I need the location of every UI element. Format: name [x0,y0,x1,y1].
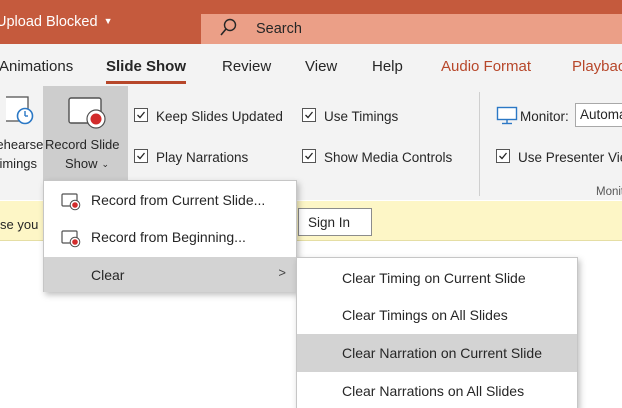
monitor-dropdown-value: Automatic [580,107,622,122]
menu-item-record-from-current-slide[interactable]: Record from Current Slide... [44,181,296,218]
rehearse-label-line2: Timings [0,156,38,171]
record-slide-icon [61,193,81,211]
search-box[interactable]: Search [201,14,622,44]
sign-in-label: Sign In [308,215,351,230]
record-slide-show-menu: Record from Current Slide... Record from… [43,180,297,292]
record-label-text: Show [65,156,98,171]
ribbon-group-separator [479,92,480,196]
title-bar: Upload Blocked ▼ Search [0,0,622,44]
use-timings-checkbox[interactable] [302,108,316,122]
clear-submenu: Clear Timing on Current Slide Clear Timi… [296,257,578,408]
record-label-line1: Record Slide [45,137,120,152]
clear-narration-current-slide-label: Clear Narration on Current Slide [342,345,542,361]
checkmark-icon [305,152,314,160]
use-timings-label: Use Timings [324,109,399,124]
upload-blocked-button[interactable]: Upload Blocked ▼ [0,14,113,30]
sign-in-button[interactable]: Sign In [298,208,372,236]
clear-timings-all-slides-label: Clear Timings on All Slides [342,307,508,323]
checkmark-icon [305,111,314,119]
search-icon [220,18,237,36]
upload-blocked-label: Upload Blocked [0,14,98,30]
keep-slides-updated-label: Keep Slides Updated [156,109,283,124]
tab-animations[interactable]: Animations [0,58,73,75]
chevron-down-icon: ⌄ [101,159,110,169]
tab-review[interactable]: Review [222,58,271,75]
play-narrations-label: Play Narrations [156,150,249,165]
keep-slides-updated-checkbox[interactable] [134,108,148,122]
checkmark-icon [499,152,508,160]
rehearse-label-line1: Rehearse [0,137,44,152]
menu-item-record-from-beginning[interactable]: Record from Beginning... [44,218,296,255]
record-from-beginning-label: Record from Beginning... [91,229,246,245]
record-slide-icon [61,230,81,248]
checkmark-icon [137,152,146,160]
record-label-line2: Show ⌄ [65,156,109,171]
show-media-controls-label: Show Media Controls [324,150,453,165]
message-bar-text: Please you [0,217,39,232]
clear-narrations-all-slides-label: Clear Narrations on All Slides [342,383,525,399]
clear-timing-current-slide-label: Clear Timing on Current Slide [342,270,526,286]
menu-item-clear-narrations-all-slides[interactable]: Clear Narrations on All Slides [297,372,577,408]
ribbon-tab-row: Animations Slide Show Review View Help A… [0,44,622,84]
monitor-dropdown[interactable]: Automatic [575,103,622,127]
tab-playback[interactable]: Playback [572,58,622,75]
tab-help[interactable]: Help [372,58,403,75]
tab-view[interactable]: View [305,58,337,75]
menu-item-clear-timings-all-slides[interactable]: Clear Timings on All Slides [297,296,577,334]
show-media-controls-checkbox[interactable] [302,149,316,163]
caret-down-icon: ▼ [103,16,113,26]
record-slide-show-icon [68,97,106,129]
menu-item-clear-narration-current-slide[interactable]: Clear Narration on Current Slide [297,334,577,372]
monitor-icon [496,106,518,125]
use-presenter-view-label: Use Presenter View [518,150,622,165]
record-from-current-slide-label: Record from Current Slide... [91,192,266,208]
tab-slide-show[interactable]: Slide Show [106,58,186,75]
search-label: Search [256,21,302,37]
menu-item-clear-timing-current-slide[interactable]: Clear Timing on Current Slide [297,258,577,296]
play-narrations-checkbox[interactable] [134,149,148,163]
use-presenter-view-checkbox[interactable] [496,149,510,163]
clear-label: Clear [91,267,125,283]
menu-item-clear[interactable]: Clear > [44,257,296,292]
rehearse-timings-icon [6,96,34,125]
chevron-right-icon: > [278,265,286,280]
checkmark-icon [137,111,146,119]
monitors-group-label: Monitors [596,186,622,198]
monitor-label: Monitor: [520,109,569,124]
tab-audio-format[interactable]: Audio Format [441,58,531,75]
